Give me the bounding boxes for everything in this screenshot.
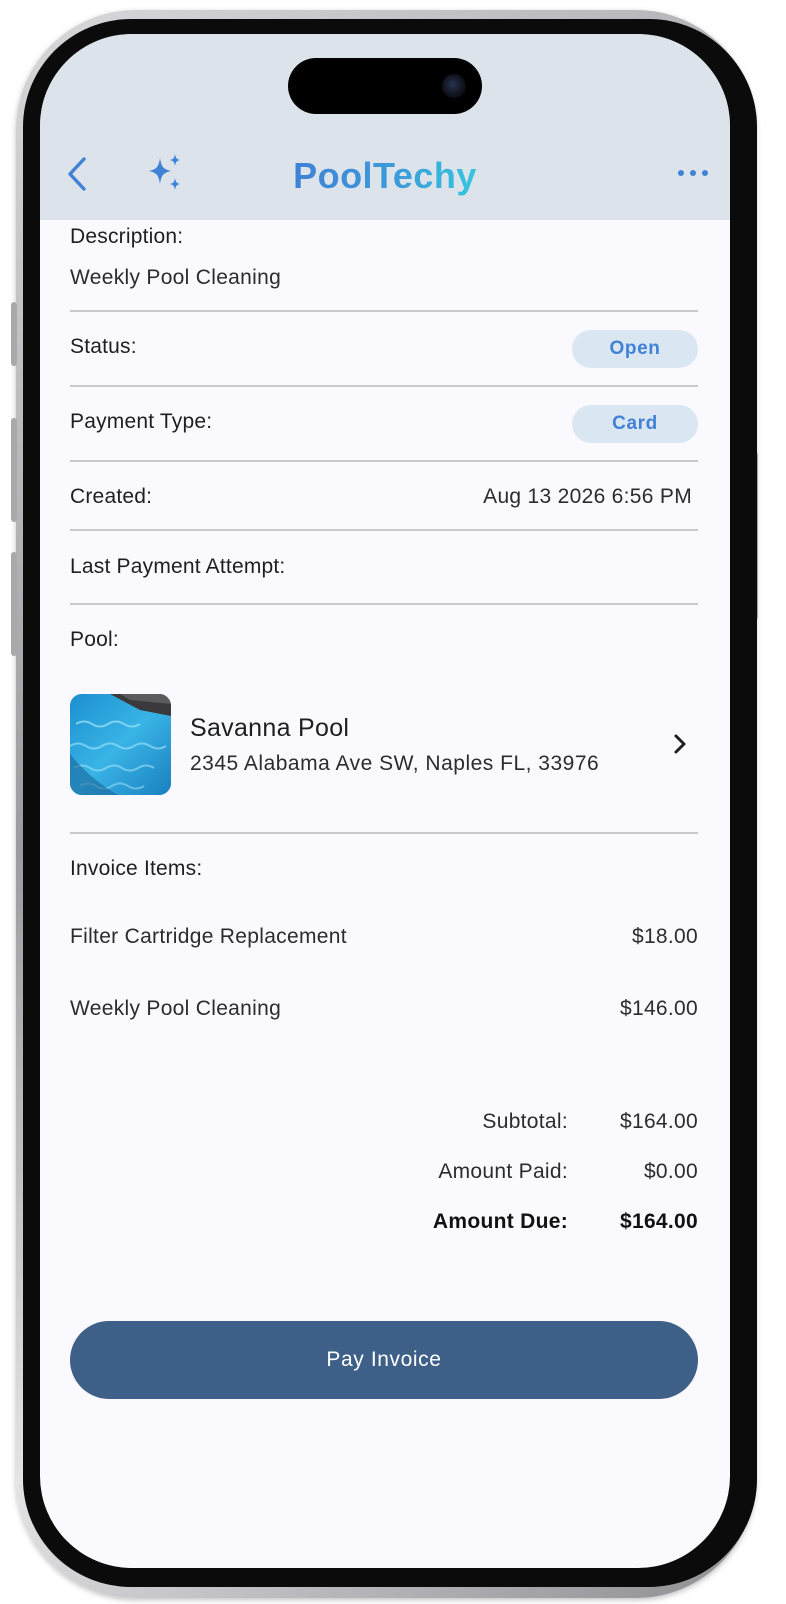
subtotal-row: Subtotal: $164.00 bbox=[308, 1110, 698, 1134]
divider bbox=[70, 832, 698, 834]
action-button bbox=[11, 302, 17, 366]
invoice-item-name: Weekly Pool Cleaning bbox=[70, 997, 282, 1020]
invoice-item-row: Filter Cartridge Replacement $18.00 bbox=[70, 925, 698, 949]
description-value: Weekly Pool Cleaning bbox=[70, 266, 282, 289]
volume-up-button bbox=[11, 418, 17, 522]
status-badge: Open bbox=[572, 330, 698, 368]
invoice-item-row: Weekly Pool Cleaning $146.00 bbox=[70, 997, 698, 1021]
invoice-item-price: $146.00 bbox=[619, 997, 698, 1020]
status-label: Status: bbox=[70, 335, 137, 358]
last-payment-attempt-label: Last Payment Attempt: bbox=[70, 555, 286, 578]
pool-name[interactable]: Savanna Pool bbox=[190, 714, 349, 743]
app-logo-text: PoolTechy bbox=[293, 155, 477, 196]
more-dot-icon bbox=[690, 170, 696, 176]
amount-paid-value: $0.00 bbox=[643, 1160, 698, 1183]
dynamic-island bbox=[288, 58, 482, 114]
payment-type-label: Payment Type: bbox=[70, 410, 213, 433]
subtotal-label: Subtotal: bbox=[482, 1110, 568, 1133]
amount-paid-label: Amount Paid: bbox=[438, 1160, 568, 1183]
invoice-item-name: Filter Cartridge Replacement bbox=[70, 925, 347, 948]
divider bbox=[70, 603, 698, 605]
more-dot-icon bbox=[702, 170, 708, 176]
pay-invoice-button[interactable]: Pay Invoice bbox=[70, 1321, 698, 1399]
volume-down-button bbox=[11, 552, 17, 656]
pool-thumbnail-image[interactable] bbox=[70, 694, 171, 795]
invoice-items-heading: Invoice Items: bbox=[70, 857, 203, 880]
navigation-bar: PoolTechy bbox=[40, 34, 730, 220]
payment-type-badge: Card bbox=[572, 405, 698, 443]
divider bbox=[70, 310, 698, 312]
pool-address: 2345 Alabama Ave SW, Naples FL, 33976 bbox=[190, 752, 600, 775]
app-logo: PoolTechy bbox=[40, 152, 730, 200]
divider bbox=[70, 385, 698, 387]
invoice-item-price: $18.00 bbox=[631, 925, 698, 948]
divider bbox=[70, 460, 698, 462]
amount-due-label: Amount Due: bbox=[432, 1210, 568, 1233]
subtotal-value: $164.00 bbox=[619, 1110, 698, 1133]
more-dot-icon bbox=[678, 170, 684, 176]
amount-due-value: $164.00 bbox=[619, 1210, 698, 1233]
amount-due-row: Amount Due: $164.00 bbox=[308, 1210, 698, 1234]
created-value: Aug 13 2026 6:56 PM bbox=[483, 485, 692, 508]
created-label: Created: bbox=[70, 485, 153, 508]
chevron-right-icon bbox=[674, 734, 686, 754]
divider bbox=[70, 529, 698, 531]
amount-paid-row: Amount Paid: $0.00 bbox=[308, 1160, 698, 1184]
description-label: Description: bbox=[70, 225, 184, 248]
more-options-button[interactable] bbox=[678, 164, 708, 182]
pool-label: Pool: bbox=[70, 628, 119, 651]
pool-photo bbox=[70, 694, 171, 795]
pool-detail-button[interactable] bbox=[672, 732, 688, 756]
app-screen: PoolTechy Description: Weekly Pool Clean… bbox=[40, 34, 730, 1568]
camera-icon bbox=[442, 74, 466, 98]
